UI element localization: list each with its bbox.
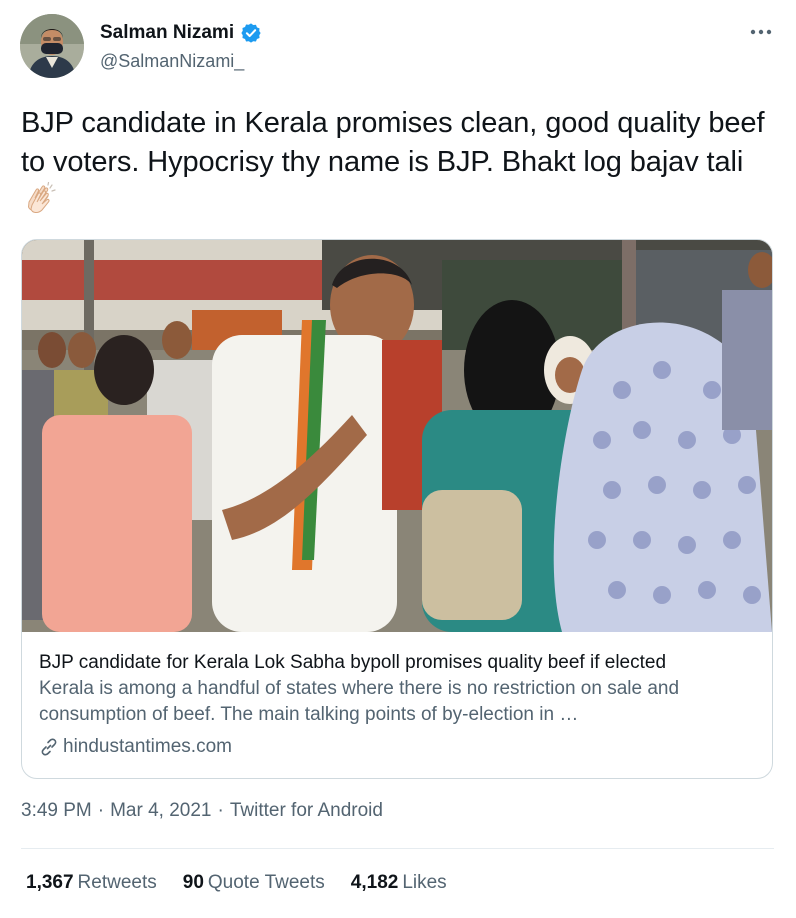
link-icon (39, 737, 59, 757)
likes-stat[interactable]: 4,182 Likes (351, 872, 447, 894)
quote-tweets-count: 90 (182, 872, 204, 893)
tweet-body: BJP candidate in Kerala promises clean, … (21, 107, 765, 178)
display-name[interactable]: Salman Nizami (100, 22, 234, 44)
article-image[interactable] (22, 240, 772, 632)
tweet-source[interactable]: Twitter for Android (230, 800, 383, 822)
quote-tweets-label: Quote Tweets (207, 872, 325, 893)
tweet-date[interactable]: Mar 4, 2021 (110, 800, 211, 822)
divider (21, 848, 774, 849)
meta-separator: · (97, 800, 105, 821)
retweets-label: Retweets (77, 872, 157, 893)
card-description: Kerala is among a handful of states wher… (39, 678, 680, 725)
tweet-text: BJP candidate in Kerala promises clean, … (21, 104, 771, 223)
tweet-meta: 3:49 PM · Mar 4, 2021 · Twitter for Andr… (21, 800, 383, 822)
meta-separator: · (217, 800, 224, 821)
avatar[interactable] (20, 14, 84, 78)
tweet-time[interactable]: 3:49 PM (21, 800, 92, 822)
more-options-icon[interactable] (748, 22, 774, 42)
verified-badge-icon (240, 22, 262, 44)
likes-count: 4,182 (350, 872, 399, 893)
likes-label: Likes (402, 872, 447, 893)
user-handle[interactable]: @SalmanNizami_ (100, 51, 244, 72)
card-body: BJP candidate for Kerala Lok Sabha bypol… (39, 650, 759, 758)
quote-tweets-stat[interactable]: 90 Quote Tweets (183, 872, 325, 894)
retweets-count: 1,367 (26, 872, 74, 893)
tweet-header: Salman Nizami @SalmanNizami_ (20, 14, 776, 82)
card-domain-row: hindustantimes.com (39, 736, 759, 758)
retweets-stat[interactable]: 1,367 Retweets (26, 872, 157, 894)
tweet-stats: 1,367 Retweets 90 Quote Tweets 4,182 Likes (26, 872, 447, 894)
name-line: Salman Nizami (100, 22, 262, 44)
link-card[interactable]: BJP candidate for Kerala Lok Sabha bypol… (21, 239, 773, 779)
card-domain[interactable]: hindustantimes.com (63, 736, 232, 758)
clapping-hands-icon (23, 181, 57, 216)
card-title[interactable]: BJP candidate for Kerala Lok Sabha bypol… (39, 650, 759, 675)
